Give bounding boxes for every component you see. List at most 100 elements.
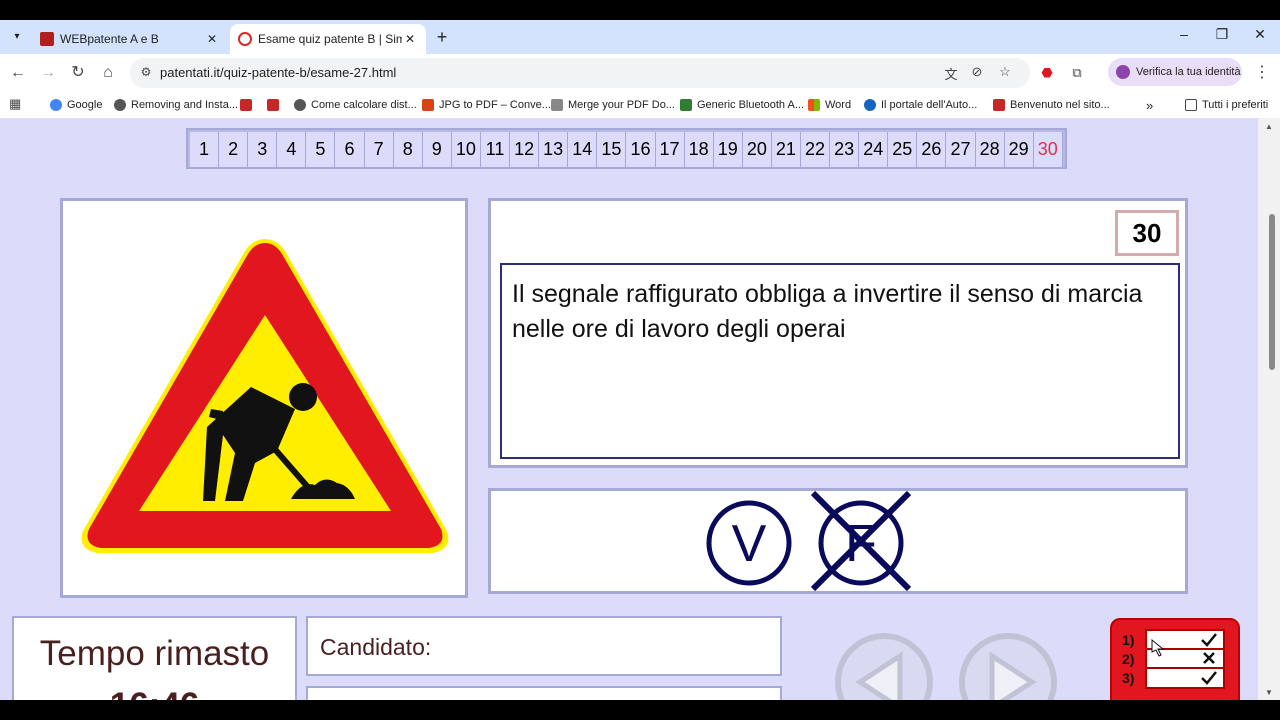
- question-number-button[interactable]: 28: [975, 132, 1005, 167]
- question-number-button[interactable]: 15: [597, 132, 627, 167]
- question-number-button[interactable]: 17: [655, 132, 685, 167]
- time-remaining-label: Tempo rimasto: [39, 634, 270, 673]
- candidate-name-panel: [306, 686, 782, 700]
- bookmark-item[interactable]: JPG to PDF – Conve...: [422, 96, 551, 114]
- question-panel: 30 Il segnale raffigurato obbliga a inve…: [488, 198, 1188, 468]
- bookmark-item[interactable]: Merge your PDF Do...: [551, 96, 675, 114]
- candidate-label: Candidato:: [320, 634, 432, 660]
- question-number-button[interactable]: 7: [364, 132, 394, 167]
- tab-esame-quiz[interactable]: Esame quiz patente B | Simulaz ✕: [230, 24, 426, 54]
- bookmark-item[interactable]: Come calcolare dist...: [294, 96, 417, 114]
- close-window-icon[interactable]: ✕: [1246, 26, 1274, 46]
- address-bar[interactable]: ⚙ patentati.it/quiz-patente-b/esame-27.h…: [130, 58, 1030, 88]
- tab-webpatente[interactable]: WEBpatente A e B ✕: [32, 24, 228, 54]
- all-bookmarks-button[interactable]: Tutti i preferiti: [1185, 96, 1268, 114]
- tab-search-icon[interactable]: ▾: [6, 26, 28, 48]
- bookmark-item[interactable]: Google: [50, 96, 102, 114]
- checklist-icon: 1) 2) 3): [1122, 629, 1225, 689]
- answer-buttons: V F: [706, 491, 912, 592]
- question-number-button[interactable]: 6: [335, 132, 365, 167]
- bookmark-label: Il portale dell'Auto...: [881, 99, 978, 111]
- question-number-button[interactable]: 23: [830, 132, 860, 167]
- apps-grid-icon[interactable]: ▦: [9, 96, 23, 111]
- bookmark-item[interactable]: [267, 96, 284, 114]
- bookmark-star-icon[interactable]: ☆: [996, 64, 1014, 82]
- adblock-extension-icon[interactable]: ⬣: [1036, 62, 1058, 84]
- eye-off-icon[interactable]: ⊘: [968, 64, 986, 82]
- road-sign-panel: [60, 198, 468, 598]
- browser-menu-icon[interactable]: ⋮: [1252, 62, 1272, 84]
- url-text[interactable]: patentati.it/quiz-patente-b/esame-27.htm…: [160, 65, 396, 80]
- next-question-button[interactable]: [958, 632, 1058, 700]
- question-number-button[interactable]: 24: [859, 132, 889, 167]
- tab-strip: ▾ WEBpatente A e B ✕ Esame quiz patente …: [0, 20, 1280, 54]
- scroll-down-icon[interactable]: ▼: [1265, 688, 1273, 697]
- close-tab-icon[interactable]: ✕: [204, 32, 220, 46]
- star-site-icon: [993, 99, 1005, 111]
- quiz-page: 1 2 3 4 5 6 7 8 9 10 11 12 13 14 15 16 17 18 19 20 21 22 23 24 2…: [0, 118, 1258, 700]
- question-number-button[interactable]: 2: [219, 132, 249, 167]
- auto-portal-icon: [864, 99, 876, 111]
- verify-identity-button[interactable]: Verifica la tua identità: [1108, 58, 1242, 86]
- patentati-favicon-icon: [238, 32, 252, 46]
- scrollbar-thumb[interactable]: [1269, 214, 1275, 370]
- question-number-button[interactable]: 3: [248, 132, 278, 167]
- question-number-button[interactable]: 30: [1033, 132, 1063, 167]
- question-number-button[interactable]: 20: [742, 132, 772, 167]
- question-number-button[interactable]: 29: [1004, 132, 1034, 167]
- bookmark-item[interactable]: [240, 96, 257, 114]
- bookmark-item[interactable]: Word: [808, 96, 851, 114]
- question-number-button[interactable]: 22: [800, 132, 831, 167]
- new-tab-icon[interactable]: +: [432, 28, 452, 48]
- question-number-button[interactable]: 9: [422, 132, 452, 167]
- more-bookmarks-icon[interactable]: »: [1146, 96, 1153, 114]
- time-remaining-value: 16:46: [14, 686, 295, 700]
- question-number-button[interactable]: 27: [946, 132, 976, 167]
- back-icon[interactable]: ←: [7, 62, 29, 84]
- minimize-icon[interactable]: –: [1170, 26, 1198, 46]
- browser-toolbar: ← → ↻ ⌂ ⚙ patentati.it/quiz-patente-b/es…: [0, 54, 1280, 92]
- bookmark-item[interactable]: Benvenuto nel sito...: [993, 96, 1110, 114]
- summary-row-label: 1): [1122, 632, 1134, 648]
- question-number-button[interactable]: 16: [626, 132, 656, 167]
- page-scrollbar[interactable]: ▲ ▼: [1258, 118, 1280, 700]
- answers-summary-button[interactable]: 1) 2) 3): [1110, 618, 1240, 700]
- question-number-button[interactable]: 14: [568, 132, 598, 167]
- bookmark-label: Google: [67, 99, 103, 111]
- reload-icon[interactable]: ↻: [67, 62, 89, 84]
- profile-avatar: [1116, 65, 1130, 79]
- scroll-up-icon[interactable]: ▲: [1265, 122, 1273, 131]
- bookmark-item[interactable]: Generic Bluetooth A...: [680, 96, 804, 114]
- close-tab-icon[interactable]: ✕: [402, 32, 418, 46]
- question-number-button[interactable]: 12: [510, 132, 540, 167]
- extensions-icon[interactable]: ⧉: [1066, 62, 1088, 84]
- false-answer-button[interactable]: F: [810, 491, 912, 592]
- site-info-icon[interactable]: ⚙: [138, 65, 154, 81]
- question-number-button[interactable]: 26: [917, 132, 947, 167]
- question-number-button[interactable]: 13: [539, 132, 569, 167]
- true-answer-button[interactable]: V: [706, 500, 792, 586]
- question-number-button[interactable]: 5: [306, 132, 336, 167]
- translate-icon[interactable]: 文: [942, 64, 960, 82]
- previous-question-button[interactable]: [834, 632, 934, 700]
- question-number-button[interactable]: 8: [393, 132, 423, 167]
- question-number-button[interactable]: 1: [190, 132, 220, 167]
- home-icon[interactable]: ⌂: [97, 62, 119, 84]
- folder-icon: [1185, 99, 1197, 111]
- question-number-button[interactable]: 18: [684, 132, 714, 167]
- globe-icon: [114, 99, 126, 111]
- question-number-button[interactable]: 19: [713, 132, 743, 167]
- question-number-button[interactable]: 21: [771, 132, 801, 167]
- forward-icon[interactable]: →: [37, 62, 59, 84]
- question-number-button[interactable]: 11: [480, 132, 511, 167]
- bookmark-item[interactable]: Removing and Insta...: [114, 96, 238, 114]
- question-number-button[interactable]: 10: [451, 132, 481, 167]
- bookmark-item[interactable]: Il portale dell'Auto...: [864, 96, 977, 114]
- time-remaining-panel: Tempo rimasto 16:46: [12, 616, 297, 700]
- question-number-button[interactable]: 4: [277, 132, 307, 167]
- question-number-button[interactable]: 25: [888, 132, 918, 167]
- pdf-icon: [267, 99, 279, 111]
- merge-icon: [551, 99, 563, 111]
- restore-icon[interactable]: ❐: [1208, 26, 1236, 46]
- question-text-frame: Il segnale raffigurato obbliga a inverti…: [500, 263, 1180, 459]
